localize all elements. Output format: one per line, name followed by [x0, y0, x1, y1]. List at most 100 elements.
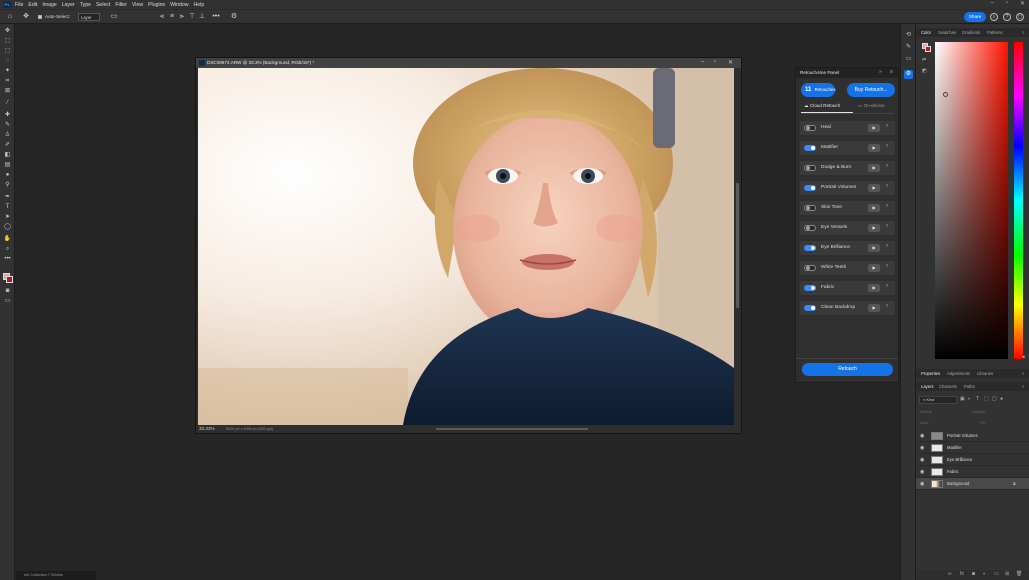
dodge-tool-icon[interactable]: ⚲ [3, 182, 12, 189]
color-picker-field[interactable] [935, 42, 1008, 359]
auto-select-checkbox[interactable] [38, 15, 42, 19]
menu-type[interactable]: Type [80, 2, 91, 8]
tab-swatches[interactable]: Swatches [938, 30, 956, 35]
menu-select[interactable]: Select [96, 2, 110, 8]
play-icon[interactable]: ▶ [868, 224, 880, 232]
screen-mode-icon[interactable]: ▭ [3, 298, 12, 305]
chevron-right-icon[interactable]: › [886, 203, 888, 209]
tab-gradients[interactable]: Gradients [962, 30, 980, 35]
retouch-toggle-portrait-volumes[interactable] [804, 185, 816, 191]
buy-retouch-button[interactable]: Buy Retouch... [847, 83, 895, 97]
eye-icon[interactable]: ◉ [920, 457, 924, 463]
retouches-count-button[interactable]: 11 Retouches [801, 83, 836, 97]
add-mask-icon[interactable]: ◙ [972, 571, 975, 577]
menu-filter[interactable]: Filter [115, 2, 127, 8]
lasso-tool-icon[interactable]: ◌ [3, 58, 12, 65]
retouch4me-plugin-icon[interactable]: ⚙ [904, 70, 913, 79]
panel-menu-icon[interactable]: ≡ [1022, 30, 1024, 35]
vertical-scrollbar[interactable] [734, 68, 741, 425]
gear-icon[interactable]: ⚙ [230, 13, 238, 21]
panel-menu-icon[interactable]: ≡ [890, 69, 893, 75]
move-tool-icon[interactable]: ✥ [3, 28, 12, 35]
help-icon[interactable]: ? [1003, 13, 1011, 21]
chevron-right-icon[interactable]: › [886, 303, 888, 309]
align-top-icon[interactable]: ⊤ [188, 13, 196, 21]
document-tab-minimized[interactable]: Ink Collection 7 Stories [16, 571, 96, 580]
canvas-photo[interactable] [198, 68, 734, 425]
auto-select-dropdown[interactable]: Layer [78, 13, 100, 21]
menu-edit[interactable]: Edit [28, 2, 37, 8]
play-icon[interactable]: ▶ [868, 184, 880, 192]
hand-tool-icon[interactable]: ✋ [3, 236, 12, 243]
align-middle-icon[interactable]: ⊥ [198, 13, 206, 21]
retouch-toggle-white-teeth[interactable] [804, 265, 816, 271]
layer-style-icon[interactable]: fx [960, 571, 964, 577]
doc-minimize-icon[interactable]: – [701, 59, 704, 65]
retouch-button[interactable]: Retouch [802, 363, 893, 376]
adjustment-layer-icon[interactable]: ◐ [983, 571, 986, 577]
align-right-icon[interactable]: ⫸ [178, 13, 186, 21]
background-color-swatch[interactable] [6, 276, 13, 283]
play-icon[interactable]: ▶ [868, 304, 880, 312]
tab-channels[interactable]: Channels [939, 384, 957, 389]
path-select-tool-icon[interactable]: ➤ [3, 214, 12, 221]
panel-menu-icon[interactable]: ≡ [1022, 384, 1024, 389]
maximize-icon[interactable]: ▫ [1006, 0, 1008, 7]
move-tool-icon[interactable]: ✥ [22, 13, 30, 21]
play-icon[interactable]: ▶ [868, 244, 880, 252]
color-picker-cursor[interactable] [943, 92, 948, 97]
tab-cloud-retouch[interactable]: ☁ Cloud Retouch [804, 103, 840, 109]
edit-toolbar-icon[interactable]: ••• [3, 256, 12, 263]
retouch-toggle-heal[interactable] [804, 125, 816, 131]
chevron-right-icon[interactable]: › [886, 283, 888, 289]
retouch-toggle-mattifier[interactable] [804, 145, 816, 151]
swap-colors-icon[interactable]: ⇄ [922, 57, 926, 63]
menu-help[interactable]: Help [194, 2, 205, 8]
default-colors-icon[interactable]: ◩ [922, 68, 927, 74]
menu-file[interactable]: File [15, 2, 23, 8]
pen-tool-icon[interactable]: ✒ [3, 194, 12, 201]
menu-layer[interactable]: Layer [62, 2, 75, 8]
layer-row[interactable]: ◉ Background 🔒︎ [916, 478, 1029, 490]
tab-libraries[interactable]: Libraries [977, 371, 993, 376]
eye-icon[interactable]: ◉ [920, 481, 924, 487]
panel-collapse-icon[interactable]: » [879, 69, 882, 75]
tab-on-device[interactable]: ▭ On-device [858, 103, 885, 109]
brush-tool-icon[interactable]: ✎ [3, 122, 12, 129]
eye-icon[interactable]: ◉ [920, 433, 924, 439]
frame-tool-icon[interactable]: ⊠ [3, 88, 12, 95]
gradient-tool-icon[interactable]: ▤ [3, 162, 12, 169]
crop-tool-icon[interactable]: ⌗ [3, 78, 12, 85]
home-icon[interactable]: ⌂ [6, 13, 14, 21]
tab-paths[interactable]: Paths [964, 384, 975, 389]
new-layer-icon[interactable]: ⊞ [1005, 571, 1009, 577]
search-icon[interactable]: ⌕ [990, 13, 998, 21]
menu-view[interactable]: View [132, 2, 143, 8]
comments-icon[interactable]: ▭ [904, 56, 913, 63]
clone-stamp-tool-icon[interactable]: ♙ [3, 132, 12, 139]
chevron-right-icon[interactable]: › [886, 183, 888, 189]
horizontal-scrollbar-thumb[interactable] [436, 428, 588, 430]
tab-color[interactable]: Color [921, 30, 931, 35]
play-icon[interactable]: ▶ [868, 284, 880, 292]
chevron-right-icon[interactable]: › [886, 243, 888, 249]
doc-maximize-icon[interactable]: ▫ [714, 59, 716, 65]
history-brush-tool-icon[interactable]: ✐ [3, 142, 12, 149]
layer-row[interactable]: ◉ Eye Brilliance [916, 454, 1029, 466]
blend-mode-dropdown[interactable]: Normal [920, 410, 932, 414]
more-options-icon[interactable]: ••• [212, 13, 220, 21]
spot-healing-tool-icon[interactable]: ✚ [3, 112, 12, 119]
document-tab[interactable]: DSC08674.ARW @ 33.3% (Background, RGB/16… [196, 58, 741, 68]
retouch-toggle-dodge-burn[interactable] [804, 165, 816, 171]
panel-menu-icon[interactable]: ≡ [1022, 371, 1024, 376]
zoom-level-field[interactable]: 33.33% [199, 426, 215, 431]
trash-icon[interactable]: 🗑︎ [1016, 571, 1022, 577]
menu-window[interactable]: Window [170, 2, 188, 8]
link-layers-icon[interactable]: ∞ [948, 571, 952, 577]
tab-properties[interactable]: Properties [921, 371, 940, 376]
workspace-icon[interactable]: ▢ [1016, 13, 1024, 21]
history-icon[interactable]: ⟲ [904, 32, 913, 39]
shape-tool-icon[interactable]: ◯ [3, 224, 12, 231]
type-tool-icon[interactable]: T [3, 204, 12, 211]
layer-row[interactable]: ◉ Fabric [916, 466, 1029, 478]
